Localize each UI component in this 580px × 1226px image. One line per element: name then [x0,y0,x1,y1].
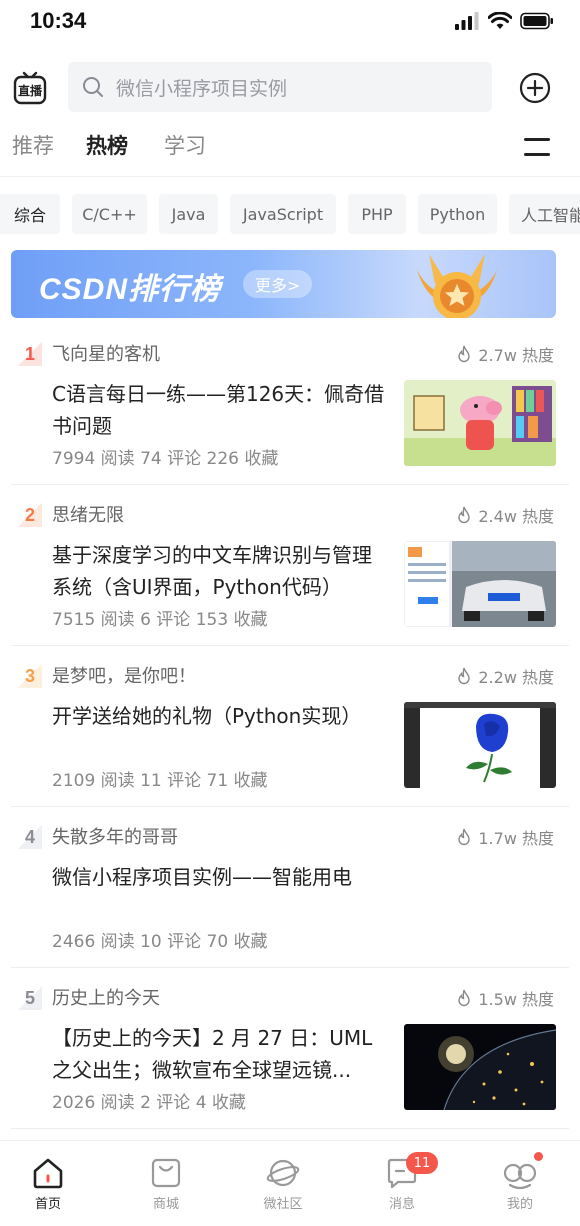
heat-score: 2.7w 热度 [456,342,554,366]
article-item[interactable]: 2 思绪无限 2.4w 热度 基于深度学习的中文车牌识别与管理系统（含UI界面，… [0,485,580,646]
article-item[interactable]: 3 是梦吧，是你吧！ 2.2w 热度 开学送给她的礼物（Python实现） 21… [0,646,580,807]
article-stats: 7515 阅读 6 评论 153 收藏 [52,610,268,630]
home-icon [33,1158,63,1189]
heat-text: 2.7w 热度 [478,346,554,365]
divider [0,176,580,177]
flame-icon [458,345,471,363]
bottom-nav: 首页 商城 微社区 消息 我的 [0,1140,580,1226]
article-author[interactable]: 思绪无限 [52,501,124,527]
nav-label: 商城 [152,1197,179,1212]
category-chip[interactable]: C/C++ [72,194,147,234]
rank-badge: 4 [18,825,42,849]
category-chip[interactable]: JavaScript [230,194,336,234]
category-bar: 综合 C/C++ Java JavaScript PHP Python 人工智能 [0,194,580,234]
article-thumbnail[interactable] [404,380,556,466]
planet-icon [266,1159,300,1187]
heat-score: 1.5w 热度 [456,986,554,1010]
plus-circle-icon [519,72,551,104]
rank-badge: 1 [18,342,42,366]
nav-profile[interactable]: 我的 [480,1155,560,1219]
heat-score: 1.7w 热度 [456,825,554,849]
nav-label: 消息 [388,1197,415,1212]
article-thumbnail[interactable] [404,541,556,627]
divider [11,1128,569,1129]
ranking-banner[interactable]: CSDN排行榜 更多> [11,250,556,318]
shop-bag-icon [151,1158,181,1188]
article-stats: 2109 阅读 11 评论 71 收藏 [52,771,268,791]
article-stats: 2466 阅读 10 评论 70 收藏 [52,932,268,952]
battery-icon [520,12,553,30]
rank-badge: 2 [18,503,42,527]
article-title[interactable]: 开学送给她的礼物（Python实现） [52,700,390,732]
article-title[interactable]: C语言每日一练——第126天：佩奇借书问题 [52,378,390,442]
add-button[interactable] [519,72,551,104]
cellular-signal-icon [455,12,479,30]
article-title[interactable]: 基于深度学习的中文车牌识别与管理系统（含UI界面，Python代码） [52,539,390,603]
menu-icon[interactable] [524,136,550,158]
nav-community[interactable]: 微社区 [243,1155,323,1219]
rank-badge: 3 [18,664,42,688]
heat-score: 2.4w 热度 [456,503,554,527]
article-stats: 2026 阅读 2 评论 4 收藏 [52,1093,246,1113]
category-chip[interactable]: Python [418,194,497,234]
status-time: 10:34 [30,8,87,33]
category-chip[interactable]: PHP [348,194,406,234]
article-author[interactable]: 失散多年的哥哥 [52,823,178,849]
flame-icon [458,506,471,524]
article-title[interactable]: 【历史上的今天】2 月 27 日：UML 之父出生；微软宣布全球望远镜... [52,1022,390,1086]
live-label: 直播 [18,83,43,98]
article-item[interactable]: 1 飞向星的客机 2.7w 热度 C语言每日一练——第126天：佩奇借书问题 7… [0,324,580,485]
heat-text: 2.2w 热度 [478,668,554,687]
article-item[interactable]: 4 失散多年的哥哥 1.7w 热度 微信小程序项目实例——智能用电 2466 阅… [0,807,580,968]
live-button[interactable]: 直播 [12,70,48,106]
article-stats: 7994 阅读 74 评论 226 收藏 [52,449,279,469]
article-thumbnail[interactable] [404,702,556,788]
nav-label: 微社区 [263,1197,303,1212]
article-author[interactable]: 飞向星的客机 [52,340,160,366]
flame-icon [458,667,471,685]
top-header: 直播 微信小程序项目实例 [0,58,580,116]
flame-icon [458,989,471,1007]
heat-text: 2.4w 热度 [478,507,554,526]
article-thumbnail[interactable] [404,1024,556,1110]
status-bar: 10:34 [0,0,580,48]
nav-shop[interactable]: 商城 [126,1155,206,1219]
nav-label: 我的 [506,1197,533,1212]
tab-bar: 推荐 热榜 学习 [0,124,580,168]
banner-title: CSDN排行榜 [39,273,222,306]
tab-learn[interactable]: 学习 [164,130,206,160]
article-author[interactable]: 是梦吧，是你吧！ [52,662,196,688]
banner-more-button[interactable]: 更多> [243,270,313,298]
search-placeholder: 微信小程序项目实例 [116,77,288,100]
tab-recommend[interactable]: 推荐 [12,130,54,160]
medal-icon [417,254,497,318]
flame-icon [458,828,471,846]
article-author[interactable]: 历史上的今天 [52,984,160,1010]
nav-home[interactable]: 首页 [8,1155,88,1219]
nav-label: 首页 [34,1197,61,1212]
search-icon [83,77,103,97]
live-tv-icon: 直播 [13,71,47,105]
wifi-icon [488,12,512,29]
search-input[interactable]: 微信小程序项目实例 [68,62,492,112]
article-title[interactable]: 微信小程序项目实例——智能用电 [52,861,522,893]
heat-score: 2.2w 热度 [456,664,554,688]
category-chip[interactable]: 人工智能 [509,194,580,234]
tab-hot-list[interactable]: 热榜 [86,130,128,160]
notification-dot [534,1152,543,1161]
message-count-badge: 11 [406,1152,438,1174]
heat-text: 1.7w 热度 [478,829,554,848]
category-chip[interactable]: Java [159,194,218,234]
status-icons [454,12,554,30]
category-chip[interactable]: 综合 [0,194,60,234]
heat-text: 1.5w 热度 [478,990,554,1009]
article-item[interactable]: 5 历史上的今天 1.5w 热度 【历史上的今天】2 月 27 日：UML 之父… [0,968,580,1129]
profile-icon [503,1163,537,1190]
rank-badge: 5 [18,986,42,1010]
